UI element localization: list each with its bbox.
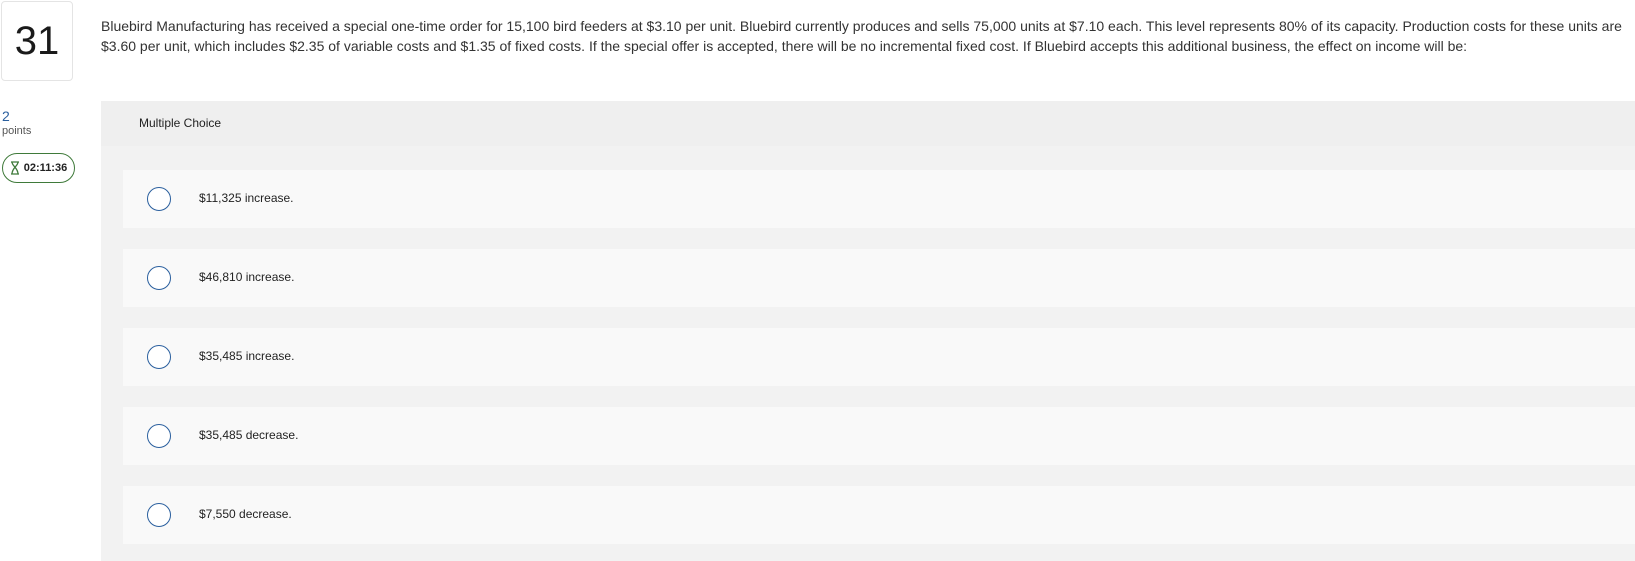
choice-label: $46,810 increase. bbox=[199, 270, 295, 284]
timer-value: 02:11:36 bbox=[23, 162, 68, 174]
choice-option[interactable]: $46,810 increase. bbox=[123, 249, 1635, 307]
choice-label: $11,325 increase. bbox=[199, 191, 294, 205]
question-text: Bluebird Manufacturing has received a sp… bbox=[101, 16, 1635, 56]
choice-label: $35,485 increase. bbox=[199, 349, 295, 363]
multiple-choice-panel: Multiple Choice $11,325 increase. $46,81… bbox=[101, 101, 1635, 561]
choice-option[interactable]: $11,325 increase. bbox=[123, 170, 1635, 228]
points-value: 2 bbox=[2, 108, 10, 124]
choice-option[interactable]: $35,485 increase. bbox=[123, 328, 1635, 386]
points-info: 2 points bbox=[2, 108, 31, 138]
multiple-choice-title: Multiple Choice bbox=[139, 116, 222, 130]
timer-badge: 02:11:36 bbox=[2, 153, 75, 183]
points-label: points bbox=[2, 125, 32, 137]
radio-button[interactable] bbox=[147, 345, 171, 369]
radio-button[interactable] bbox=[147, 503, 171, 527]
multiple-choice-header: Multiple Choice bbox=[101, 101, 1635, 146]
question-text-line: Bluebird Manufacturing has received a sp… bbox=[101, 18, 1622, 34]
radio-button[interactable] bbox=[147, 424, 171, 448]
choice-label: $35,485 decrease. bbox=[199, 428, 299, 442]
question-number: 31 bbox=[1, 1, 73, 81]
radio-button[interactable] bbox=[147, 187, 171, 211]
radio-button[interactable] bbox=[147, 266, 171, 290]
choice-label: $7,550 decrease. bbox=[199, 507, 292, 521]
hourglass-icon bbox=[10, 161, 20, 175]
choice-option[interactable]: $35,485 decrease. bbox=[123, 407, 1635, 465]
choice-option[interactable]: $7,550 decrease. bbox=[123, 486, 1635, 544]
question-text-line: $3.60 per unit, which includes $2.35 of … bbox=[101, 38, 1468, 54]
